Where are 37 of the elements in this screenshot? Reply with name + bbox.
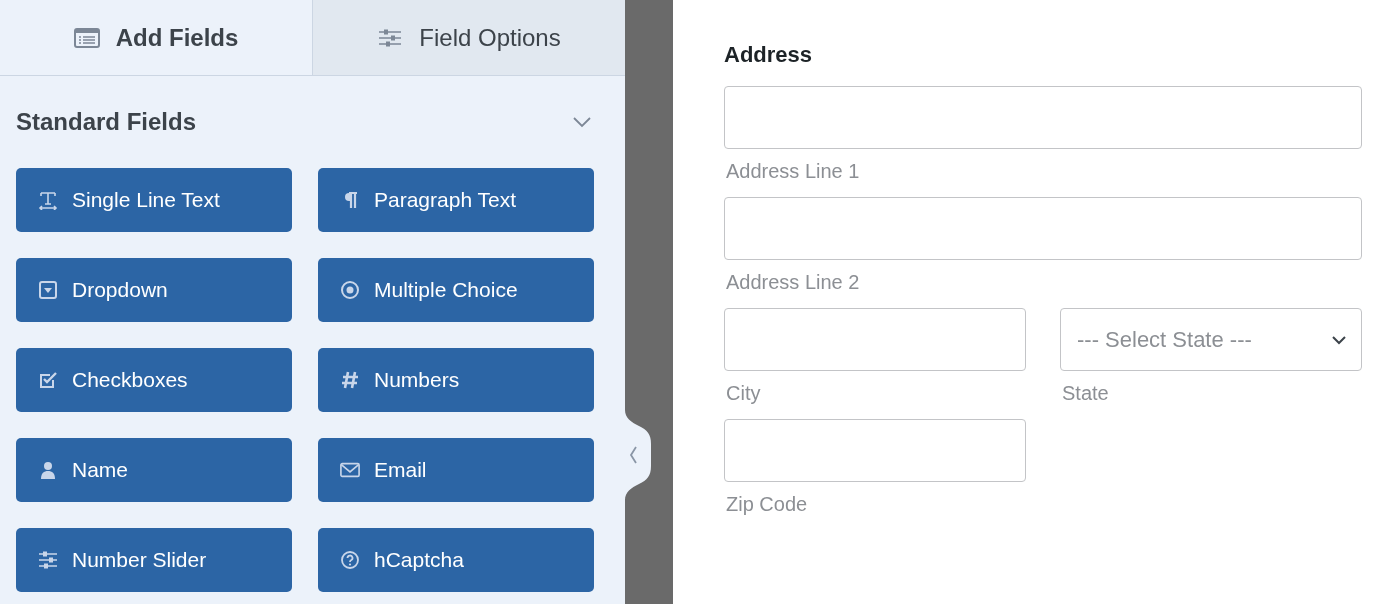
section-title: Standard Fields xyxy=(16,108,197,136)
tab[interactable]: Field Options xyxy=(313,0,625,75)
field-button[interactable]: Numbers xyxy=(318,348,594,412)
sublabel: Address Line 2 xyxy=(726,271,861,294)
checkbox-icon xyxy=(38,370,58,390)
field-button[interactable]: Multiple Choice xyxy=(318,258,594,322)
sublabel: Address Line 1 xyxy=(726,160,861,183)
field-button[interactable]: Name xyxy=(16,438,292,502)
caret-icon xyxy=(1331,334,1347,345)
dropdown-icon xyxy=(38,280,58,300)
field-button[interactable]: Single Line Text xyxy=(16,168,292,232)
field-button[interactable]: Number Slider xyxy=(16,528,292,592)
field-button[interactable]: hCaptcha xyxy=(318,528,594,592)
envelope-icon xyxy=(340,460,360,480)
text-cursor-icon xyxy=(38,190,58,210)
field-button[interactable]: Dropdown xyxy=(16,258,292,322)
sublabel: Zip Code xyxy=(726,493,809,516)
list-icon xyxy=(73,27,100,48)
collapse-handle[interactable] xyxy=(625,410,651,500)
sliders-icon xyxy=(377,27,404,48)
field-button[interactable]: Checkboxes xyxy=(16,348,292,412)
input-field[interactable] xyxy=(724,86,1362,149)
field-button[interactable]: Paragraph Text xyxy=(318,168,594,232)
sublabel: State xyxy=(1062,382,1110,405)
radio-icon xyxy=(340,280,360,300)
hash-icon xyxy=(340,370,360,390)
input-field[interactable] xyxy=(724,197,1362,260)
chevron-icon[interactable] xyxy=(572,116,592,128)
field-button[interactable]: Email xyxy=(318,438,594,502)
question-icon xyxy=(340,550,360,570)
sublabel: City xyxy=(726,382,762,405)
input-field[interactable] xyxy=(724,419,1026,482)
select-field[interactable]: --- Select State --- xyxy=(1060,308,1362,371)
sliders-icon xyxy=(38,550,58,570)
input-field[interactable] xyxy=(724,308,1026,371)
person-icon xyxy=(38,460,58,480)
field-label: Address xyxy=(724,42,814,68)
